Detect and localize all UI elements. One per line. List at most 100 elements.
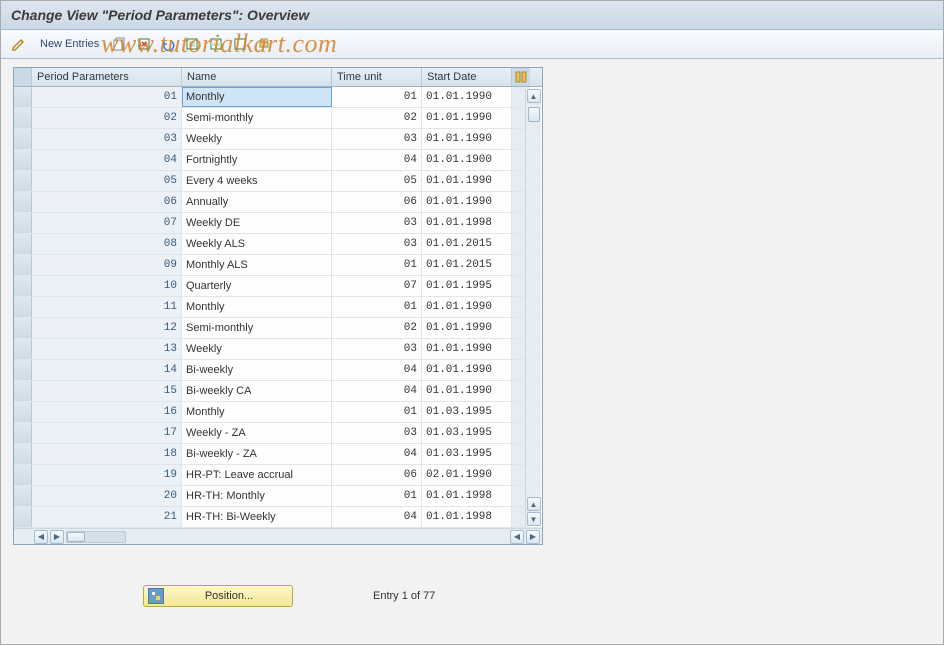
vertical-scrollbar[interactable]: ▲ ▲ ▼ <box>525 89 541 526</box>
cell-time-unit[interactable]: 04 <box>332 150 422 170</box>
cell-period-parameters[interactable]: 17 <box>32 423 182 443</box>
table-row[interactable]: 05Every 4 weeks0501.01.1990 <box>14 171 542 192</box>
row-selector[interactable] <box>14 381 32 401</box>
cell-time-unit[interactable]: 01 <box>332 486 422 506</box>
h-scroll-thumb[interactable] <box>67 532 85 542</box>
row-selector[interactable] <box>14 108 32 128</box>
cell-time-unit[interactable]: 03 <box>332 339 422 359</box>
table-row[interactable]: 19HR-PT: Leave accrual0602.01.1990 <box>14 465 542 486</box>
cell-name[interactable]: Monthly <box>182 87 332 107</box>
position-button[interactable]: Position... <box>143 585 293 607</box>
scroll-up-icon[interactable]: ▲ <box>527 89 541 103</box>
table-row[interactable]: 16Monthly0101.03.1995 <box>14 402 542 423</box>
row-selector[interactable] <box>14 150 32 170</box>
table-row[interactable]: 10Quarterly0701.01.1995 <box>14 276 542 297</box>
v-scroll-thumb[interactable] <box>528 107 540 122</box>
cell-start-date[interactable]: 01.01.1998 <box>422 507 512 527</box>
column-name[interactable]: Name <box>182 68 332 86</box>
toggle-change-icon[interactable] <box>9 34 29 54</box>
select-all-column[interactable] <box>14 68 32 86</box>
cell-time-unit[interactable]: 02 <box>332 108 422 128</box>
cell-start-date[interactable]: 01.01.1990 <box>422 171 512 191</box>
cell-name[interactable]: HR-PT: Leave accrual <box>182 465 332 485</box>
cell-name[interactable]: HR-TH: Bi-Weekly <box>182 507 332 527</box>
scroll-down-step-icon[interactable]: ▲ <box>527 497 541 511</box>
cell-start-date[interactable]: 01.01.2015 <box>422 234 512 254</box>
table-row[interactable]: 15Bi-weekly CA0401.01.1990 <box>14 381 542 402</box>
cell-period-parameters[interactable]: 19 <box>32 465 182 485</box>
cell-period-parameters[interactable]: 12 <box>32 318 182 338</box>
copy-icon[interactable] <box>110 34 130 54</box>
row-selector[interactable] <box>14 360 32 380</box>
table-row[interactable]: 09Monthly ALS0101.01.2015 <box>14 255 542 276</box>
cell-start-date[interactable]: 01.03.1995 <box>422 444 512 464</box>
scroll-left-icon-2[interactable]: ◀ <box>510 530 524 544</box>
cell-start-date[interactable]: 01.03.1995 <box>422 423 512 443</box>
row-selector[interactable] <box>14 318 32 338</box>
cell-time-unit[interactable]: 04 <box>332 507 422 527</box>
undo-icon[interactable] <box>158 34 178 54</box>
cell-period-parameters[interactable]: 07 <box>32 213 182 233</box>
cell-name[interactable]: Bi-weekly CA <box>182 381 332 401</box>
table-row[interactable]: 21HR-TH: Bi-Weekly0401.01.1998 <box>14 507 542 528</box>
cell-period-parameters[interactable]: 14 <box>32 360 182 380</box>
cell-period-parameters[interactable]: 13 <box>32 339 182 359</box>
cell-period-parameters[interactable]: 02 <box>32 108 182 128</box>
cell-start-date[interactable]: 01.01.1990 <box>422 87 512 107</box>
cell-time-unit[interactable]: 04 <box>332 444 422 464</box>
row-selector[interactable] <box>14 276 32 296</box>
cell-period-parameters[interactable]: 10 <box>32 276 182 296</box>
cell-period-parameters[interactable]: 04 <box>32 150 182 170</box>
table-settings-icon[interactable] <box>512 68 530 86</box>
row-selector[interactable] <box>14 234 32 254</box>
table-row[interactable]: 07Weekly DE0301.01.1998 <box>14 213 542 234</box>
cell-period-parameters[interactable]: 06 <box>32 192 182 212</box>
cell-name[interactable]: Bi-weekly <box>182 360 332 380</box>
row-selector[interactable] <box>14 255 32 275</box>
cell-name[interactable]: Bi-weekly - ZA <box>182 444 332 464</box>
cell-period-parameters[interactable]: 08 <box>32 234 182 254</box>
cell-start-date[interactable]: 01.01.1998 <box>422 486 512 506</box>
column-start-date[interactable]: Start Date <box>422 68 512 86</box>
cell-time-unit[interactable]: 01 <box>332 402 422 422</box>
cell-start-date[interactable]: 01.03.1995 <box>422 402 512 422</box>
cell-period-parameters[interactable]: 01 <box>32 87 182 107</box>
table-row[interactable]: 02Semi-monthly0201.01.1990 <box>14 108 542 129</box>
cell-period-parameters[interactable]: 20 <box>32 486 182 506</box>
new-entries-button[interactable]: New Entries <box>33 35 106 53</box>
row-selector[interactable] <box>14 423 32 443</box>
row-selector[interactable] <box>14 87 32 107</box>
cell-time-unit[interactable]: 03 <box>332 234 422 254</box>
scroll-down-icon[interactable]: ▼ <box>527 512 541 526</box>
cell-name[interactable]: Every 4 weeks <box>182 171 332 191</box>
row-selector[interactable] <box>14 507 32 527</box>
row-selector[interactable] <box>14 129 32 149</box>
cell-name[interactable]: Weekly DE <box>182 213 332 233</box>
cell-period-parameters[interactable]: 16 <box>32 402 182 422</box>
cell-name[interactable]: Weekly - ZA <box>182 423 332 443</box>
column-time-unit[interactable]: Time unit <box>332 68 422 86</box>
table-row[interactable]: 20HR-TH: Monthly0101.01.1998 <box>14 486 542 507</box>
cell-start-date[interactable]: 01.01.1990 <box>422 297 512 317</box>
cell-start-date[interactable]: 01.01.1990 <box>422 318 512 338</box>
table-row[interactable]: 04Fortnightly0401.01.1900 <box>14 150 542 171</box>
cell-start-date[interactable]: 01.01.1990 <box>422 339 512 359</box>
scroll-left-icon[interactable]: ◀ <box>34 530 48 544</box>
cell-period-parameters[interactable]: 21 <box>32 507 182 527</box>
table-row[interactable]: 03Weekly0301.01.1990 <box>14 129 542 150</box>
cell-start-date[interactable]: 01.01.1990 <box>422 381 512 401</box>
cell-time-unit[interactable]: 03 <box>332 129 422 149</box>
table-row[interactable]: 11Monthly0101.01.1990 <box>14 297 542 318</box>
scroll-right-icon[interactable]: ▶ <box>50 530 64 544</box>
cell-start-date[interactable]: 01.01.1995 <box>422 276 512 296</box>
cell-name[interactable]: Monthly <box>182 402 332 422</box>
h-scroll-track[interactable] <box>66 531 126 543</box>
cell-name[interactable]: HR-TH: Monthly <box>182 486 332 506</box>
cell-name[interactable]: Semi-monthly <box>182 108 332 128</box>
select-block-icon[interactable] <box>206 34 226 54</box>
cell-time-unit[interactable]: 04 <box>332 360 422 380</box>
row-selector[interactable] <box>14 192 32 212</box>
delete-icon[interactable] <box>134 34 154 54</box>
cell-time-unit[interactable]: 06 <box>332 465 422 485</box>
cell-time-unit[interactable]: 01 <box>332 87 422 107</box>
